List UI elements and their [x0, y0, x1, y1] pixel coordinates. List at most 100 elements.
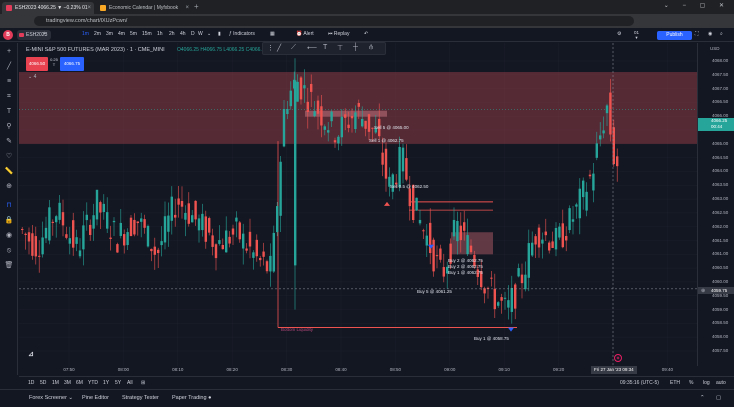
- chevron-down-icon[interactable]: ⌄: [207, 31, 211, 37]
- horizontal-ray-icon[interactable]: ⊤: [337, 44, 343, 52]
- add-symbol-icon[interactable]: +: [43, 31, 46, 37]
- range-1y[interactable]: 1Y: [103, 380, 109, 386]
- collapse-panel-icon[interactable]: ⌃: [700, 395, 705, 401]
- candle-body: [102, 203, 105, 213]
- candle-body: [571, 219, 575, 222]
- auto-toggle[interactable]: auto: [716, 380, 726, 386]
- range-5y[interactable]: 5Y: [115, 380, 121, 386]
- favorite-icon[interactable]: ♡: [4, 152, 14, 162]
- event-marker-icon[interactable]: ◈: [614, 354, 622, 362]
- tab-paper-trading[interactable]: Paper Trading ●: [172, 395, 211, 401]
- tab-strategy-tester[interactable]: Strategy Tester: [122, 395, 159, 401]
- candle-body: [133, 219, 136, 235]
- brush-icon[interactable]: ✎: [4, 137, 14, 147]
- range-1d[interactable]: 1D: [28, 380, 34, 386]
- candle-body: [350, 115, 354, 119]
- timeframe-4h[interactable]: 4h: [180, 31, 186, 37]
- tab-forex-screener[interactable]: Forex Screener ⌄: [29, 395, 73, 401]
- price-chart[interactable]: [19, 43, 697, 366]
- range-3m[interactable]: 3M: [64, 380, 71, 386]
- spread-value: 0.25 T: [50, 57, 58, 67]
- timeframe-3m[interactable]: 3m: [106, 31, 113, 37]
- candle-body: [31, 233, 34, 256]
- candle-type-icon[interactable]: ▮: [218, 31, 221, 37]
- candle-body: [541, 239, 544, 244]
- zoom-icon[interactable]: ⊕: [4, 182, 14, 192]
- candle-body: [585, 191, 588, 211]
- crosshair-icon[interactable]: +: [4, 47, 14, 57]
- range-all[interactable]: All: [127, 380, 133, 386]
- trendline-icon[interactable]: ╱: [4, 62, 14, 72]
- maximize-panel-icon[interactable]: ▢: [716, 395, 721, 401]
- timeframe-5m[interactable]: 5m: [130, 31, 137, 37]
- trash-icon[interactable]: 🗑: [4, 261, 14, 271]
- close-tab-icon[interactable]: ×: [185, 2, 189, 14]
- candle-body: [507, 300, 510, 308]
- pitchfork-icon[interactable]: ⫛: [369, 44, 373, 52]
- range-6m[interactable]: 6M: [76, 380, 83, 386]
- ray-tool-icon[interactable]: ⟋: [291, 44, 296, 52]
- url-input[interactable]: tradingview.com/chart/lXUzPcwn/: [34, 16, 634, 26]
- fullscreen-icon[interactable]: ⛶: [695, 31, 699, 37]
- buy-button[interactable]: 4066.75: [60, 57, 84, 71]
- line-tool-icon[interactable]: ╱: [277, 44, 281, 52]
- new-tab-icon[interactable]: +: [194, 2, 199, 11]
- add-alert-icon[interactable]: ⊕: [701, 288, 705, 294]
- range-1m[interactable]: 1M: [52, 380, 59, 386]
- candle-body: [265, 261, 269, 272]
- indicator-count[interactable]: ⌄ 4: [28, 74, 36, 80]
- close-tab-icon[interactable]: ×: [87, 2, 91, 14]
- timeframe-1h[interactable]: 1h: [157, 31, 163, 37]
- ruler-icon[interactable]: 📏: [4, 167, 14, 177]
- lock-icon[interactable]: 🔒: [4, 216, 14, 226]
- drag-handle-icon[interactable]: ⋮: [267, 44, 274, 52]
- camera-icon[interactable]: ◉: [708, 31, 712, 37]
- browser-tab-tradingview[interactable]: ESH2023 4066.25 ▼ −0.23% 01 ×: [2, 2, 94, 14]
- text-tool-icon[interactable]: T: [4, 107, 14, 117]
- publish-button[interactable]: Publish: [657, 31, 692, 40]
- tradingview-logo-icon[interactable]: B: [3, 30, 13, 40]
- timeframe-2m[interactable]: 2m: [94, 31, 101, 37]
- pattern-icon[interactable]: ⌗: [4, 92, 14, 102]
- sell-button[interactable]: 4066.50: [26, 57, 48, 71]
- goto-date-icon[interactable]: ⊞: [141, 380, 145, 386]
- timeframe-w[interactable]: W: [198, 31, 203, 37]
- text-tool-icon[interactable]: T: [323, 44, 327, 51]
- timeframe-2h[interactable]: 2h: [169, 31, 175, 37]
- cross-line-icon[interactable]: ┼: [353, 44, 358, 51]
- session-label[interactable]: ETH: [670, 380, 680, 386]
- layout-name[interactable]: 01 ▾: [634, 30, 639, 40]
- price-axis[interactable]: USD 4068.00 4067.50 4067.00 4066.50 4066.00 4…: [697, 43, 734, 366]
- indicators-button[interactable]: ƒ Indicators: [229, 31, 255, 37]
- range-5d[interactable]: 5D: [40, 380, 46, 386]
- undo-icon[interactable]: ↶: [364, 31, 368, 37]
- window-controls[interactable]: ⌄ − ▢ ✕: [664, 2, 730, 9]
- timeframe-15m[interactable]: 15m: [142, 31, 152, 37]
- magnet-icon[interactable]: ⊓: [4, 201, 14, 211]
- search-icon[interactable]: ⌕: [720, 31, 723, 37]
- timeframe-d[interactable]: D: [191, 31, 195, 37]
- timeframe-4m[interactable]: 4m: [118, 31, 125, 37]
- browser-tab-myfxbook[interactable]: Economic Calendar | Myfxbook ×: [96, 2, 192, 14]
- range-ytd[interactable]: YTD: [88, 380, 98, 386]
- percent-toggle[interactable]: %: [689, 380, 693, 386]
- tab-pine-editor[interactable]: Pine Editor: [82, 395, 109, 401]
- layout-grid-icon[interactable]: ▦: [270, 31, 275, 37]
- settings-gear-icon[interactable]: ⚙: [617, 31, 621, 37]
- candle-body: [75, 237, 78, 244]
- clock-label[interactable]: 09:35:16 (UTC-5): [620, 380, 659, 386]
- candle-body: [408, 188, 411, 207]
- candle-body: [27, 232, 31, 242]
- hide-drawings-icon[interactable]: ⦸: [4, 246, 14, 256]
- alert-button[interactable]: ⏰ Alert: [296, 31, 314, 37]
- time-axis[interactable]: 07:50 08:00 08:10 08:20 08:30 08:40 08:50 09:00…: [19, 354, 697, 376]
- arrow-tool-icon[interactable]: ⟵: [307, 44, 317, 52]
- timeframe-1m[interactable]: 1m: [82, 31, 89, 37]
- candle-body: [582, 180, 585, 198]
- prediction-icon[interactable]: ⚲: [4, 122, 14, 132]
- eye-icon[interactable]: ◉: [4, 231, 14, 241]
- log-toggle[interactable]: log: [703, 380, 710, 386]
- replay-button[interactable]: ⏮ Replay: [328, 31, 349, 37]
- fib-icon[interactable]: ≡: [4, 77, 14, 87]
- symbol-search-button[interactable]: ESH2023: [17, 30, 52, 40]
